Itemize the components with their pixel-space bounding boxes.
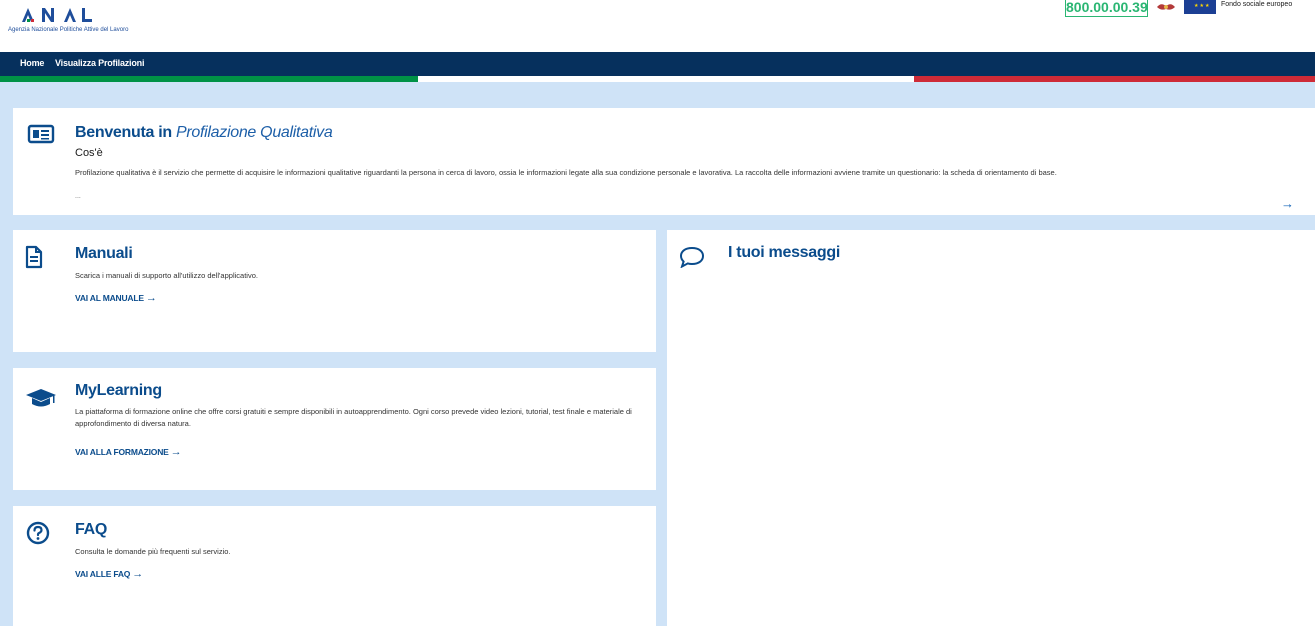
anpal-logo[interactable]: Agenzia Nazionale Politiche Attive del L… xyxy=(8,0,178,40)
fse-label: Fondo sociale europeo xyxy=(1221,1,1293,8)
manuali-description: Scarica i manuali di supporto all'utiliz… xyxy=(75,271,258,280)
graduation-cap-icon xyxy=(26,389,56,407)
italian-flag-stripe xyxy=(0,76,1315,82)
welcome-app-name: Profilazione Qualitativa xyxy=(176,124,333,141)
manuali-title: Manuali xyxy=(75,245,133,262)
nav-visualizza-profilazioni[interactable]: Visualizza Profilazioni xyxy=(55,58,144,68)
welcome-description: Profilazione qualitativa è il servizio c… xyxy=(75,168,1057,177)
welcome-subtitle: Cos'è xyxy=(75,147,103,159)
question-circle-icon xyxy=(26,521,50,545)
vai-alle-faq-link[interactable]: VAI ALLE FAQ → xyxy=(75,568,143,580)
nav-home[interactable]: Home xyxy=(20,58,44,68)
toll-free-number: 800.00.00.39 xyxy=(1065,0,1148,17)
mylearning-card: MyLearning La piattaforma di formazione … xyxy=(13,368,656,490)
faq-title: FAQ xyxy=(75,521,107,538)
main-navbar: Home Visualizza Profilazioni xyxy=(0,52,1315,76)
eu-flag-icon: ★★★ xyxy=(1184,0,1216,14)
vai-alla-formazione-link[interactable]: VAI ALLA FORMAZIONE → xyxy=(75,446,182,458)
header: Agenzia Nazionale Politiche Attive del L… xyxy=(0,0,1315,52)
mylearning-title: MyLearning xyxy=(75,382,162,399)
faq-card: FAQ Consulta le domande più frequenti su… xyxy=(13,506,656,626)
arrow-right-icon: → xyxy=(170,446,182,458)
speech-bubble-icon xyxy=(679,246,705,268)
welcome-title-prefix: Benvenuta in xyxy=(75,124,172,141)
document-icon xyxy=(25,245,43,269)
vai-alle-faq-label: VAI ALLE FAQ xyxy=(75,569,131,579)
arrow-right-icon[interactable]: → xyxy=(1281,196,1294,211)
vai-al-manuale-label: VAI AL MANUALE xyxy=(75,293,144,303)
org-name: Agenzia Nazionale Politiche Attive del L… xyxy=(8,27,129,33)
vai-al-manuale-link[interactable]: VAI AL MANUALE → xyxy=(75,292,157,304)
vai-alla-formazione-label: VAI ALLA FORMAZIONE xyxy=(75,447,169,457)
logo-mark-icon xyxy=(22,8,92,22)
arrow-right-icon: → xyxy=(132,568,144,580)
arrow-right-icon: → xyxy=(145,292,157,304)
welcome-card: Benvenuta in Profilazione Qualitativa Co… xyxy=(13,108,1315,215)
flag-red xyxy=(914,76,1315,82)
republic-emblem-icon xyxy=(1157,4,1175,10)
flag-green xyxy=(0,76,418,82)
messages-card: I tuoi messaggi xyxy=(667,230,1315,626)
newspaper-icon xyxy=(27,124,55,144)
mylearning-description: La piattaforma di formazione online che … xyxy=(75,407,632,428)
manuali-card: Manuali Scarica i manuali di supporto al… xyxy=(13,230,656,352)
faq-description: Consulta le domande più frequenti sul se… xyxy=(75,547,231,556)
welcome-title: Benvenuta in Profilazione Qualitativa xyxy=(75,124,333,142)
messages-title: I tuoi messaggi xyxy=(728,244,840,261)
welcome-ellipsis: ... xyxy=(75,193,81,200)
flag-white xyxy=(418,76,914,82)
